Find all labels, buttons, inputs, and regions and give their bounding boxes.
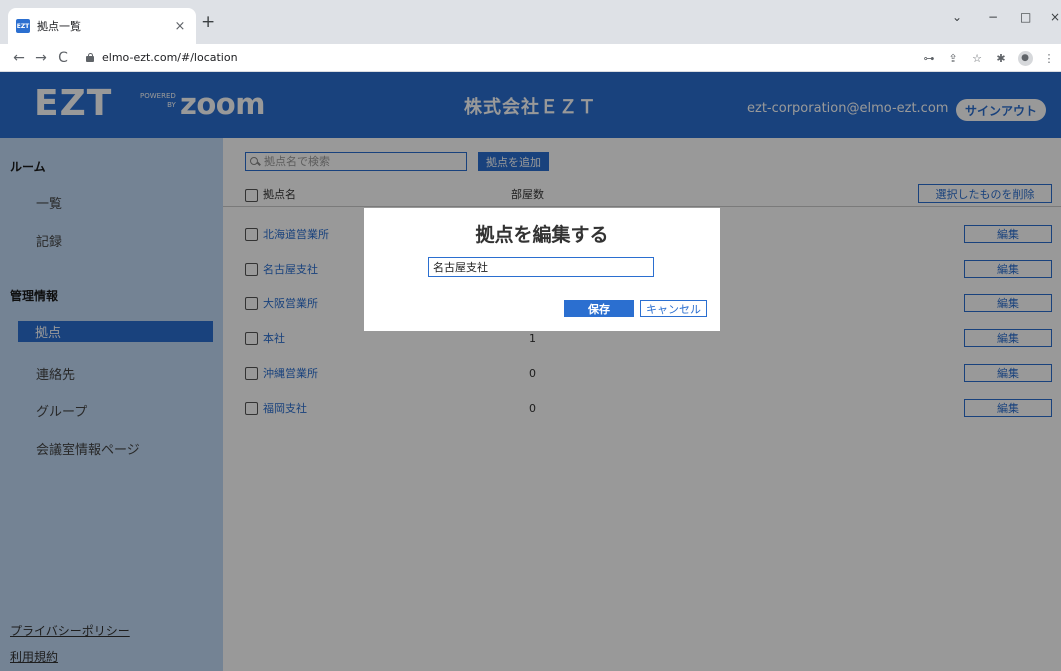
tab-search-chevron-icon[interactable]: ⌄ <box>952 10 962 24</box>
toolbar-icons: ⊶ ⇪ ☆ ✱ ● ⋮ <box>917 44 1061 72</box>
save-button[interactable]: 保存 <box>564 300 634 317</box>
window-close-icon[interactable]: × <box>1050 10 1060 24</box>
browser-toolbar: ← → C elmo-ezt.com/#/location ⊶ ⇪ ☆ ✱ ● … <box>0 44 1061 72</box>
browser-tab[interactable]: EZT 拠点一覧 × <box>8 8 196 44</box>
cancel-button[interactable]: キャンセル <box>640 300 707 317</box>
url-text: elmo-ezt.com/#/location <box>102 51 238 64</box>
address-bar[interactable]: elmo-ezt.com/#/location <box>86 51 238 64</box>
star-icon[interactable]: ☆ <box>965 52 989 65</box>
edit-location-modal: 拠点を編集する 保存 キャンセル <box>364 208 720 331</box>
browser-tabstrip: EZT 拠点一覧 × + ⌄ − □ × <box>0 0 1061 44</box>
reload-icon[interactable]: C <box>52 50 74 66</box>
modal-overlay[interactable] <box>0 72 1061 671</box>
modal-title: 拠点を編集する <box>475 224 609 246</box>
key-icon[interactable]: ⊶ <box>917 52 941 65</box>
menu-icon[interactable]: ⋮ <box>1037 52 1061 65</box>
location-name-input[interactable] <box>428 257 654 277</box>
maximize-icon[interactable]: □ <box>1020 10 1031 24</box>
profile-icon[interactable]: ● <box>1013 50 1037 66</box>
new-tab-icon[interactable]: + <box>201 14 215 31</box>
ezt-favicon-icon: EZT <box>16 19 30 33</box>
minimize-icon[interactable]: − <box>988 10 998 24</box>
avatar: ● <box>1017 50 1033 66</box>
tab-close-icon[interactable]: × <box>172 19 188 34</box>
back-arrow-icon[interactable]: ← <box>8 50 30 66</box>
share-icon[interactable]: ⇪ <box>941 52 965 65</box>
forward-arrow-icon[interactable]: → <box>30 50 52 66</box>
extensions-icon[interactable]: ✱ <box>989 52 1013 65</box>
lock-icon <box>86 53 94 62</box>
tab-title: 拠点一覧 <box>37 20 81 33</box>
